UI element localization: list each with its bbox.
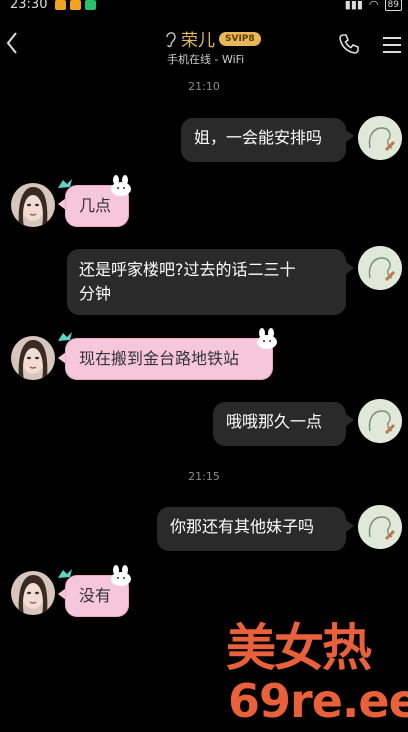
- watermark-domain: 69re.ee: [228, 674, 408, 728]
- message-bubble-incoming[interactable]: 现在搬到金台路地铁站: [65, 338, 273, 380]
- wifi-icon: ◠: [368, 0, 379, 11]
- bubble-tail: [346, 130, 354, 142]
- chat-timestamp: 21:15: [188, 470, 220, 483]
- my-avatar[interactable]: [358, 505, 402, 549]
- bubble-tail: [346, 262, 354, 274]
- message-bubble-outgoing[interactable]: 你那还有其他妹子吗: [157, 507, 346, 551]
- contact-avatar[interactable]: [11, 183, 55, 227]
- vip-badge: SVIP8: [219, 31, 261, 46]
- online-status: 手机在线 - WiFi: [167, 53, 245, 66]
- message-bubble-outgoing[interactable]: 姐，一会能安排吗: [181, 118, 346, 162]
- avatar-sketch-icon: [358, 505, 402, 549]
- notification-app-icon: [55, 0, 66, 10]
- bunny-sticker-icon: [111, 565, 131, 586]
- message-text: 没有: [79, 586, 112, 605]
- menu-icon[interactable]: [380, 34, 404, 56]
- my-avatar[interactable]: [358, 116, 402, 160]
- message-text: 你那还有其他妹子吗: [170, 517, 315, 536]
- bunny-sticker-icon: [111, 175, 131, 196]
- battery-icon: 89: [384, 0, 402, 11]
- contact-avatar[interactable]: [11, 571, 55, 615]
- status-bar: 23:30 ▮▮▮ ◠ 89: [0, 0, 408, 14]
- contact-portrait-icon: [11, 183, 55, 227]
- message-text: 现在搬到金台路地铁站: [79, 349, 240, 368]
- chat-timestamp: 21:10: [188, 80, 220, 93]
- message-bubble-outgoing[interactable]: 哦哦那久一点: [213, 402, 346, 446]
- phone-icon[interactable]: [338, 33, 360, 55]
- chat-header: 荣儿 SVIP8 手机在线 - WiFi: [0, 20, 408, 70]
- contact-name: 荣儿: [181, 31, 215, 51]
- signal-icon: ▮▮▮: [344, 0, 363, 11]
- my-avatar[interactable]: [358, 399, 402, 443]
- candy-sticker-icon: [58, 179, 72, 188]
- avatar-sketch-icon: [358, 116, 402, 160]
- message-text: 哦哦那久一点: [226, 412, 323, 431]
- contact-portrait-icon: [11, 336, 55, 380]
- bubble-tail: [346, 520, 354, 532]
- avatar-sketch-icon: [358, 246, 402, 290]
- back-arrow-icon[interactable]: [4, 30, 20, 56]
- bunny-sticker-icon: [257, 328, 277, 349]
- message-text: 还是呼家楼吧?过去的话二三十: [79, 260, 296, 279]
- notification-app-icon: [70, 0, 81, 10]
- bubble-tail: [346, 414, 354, 426]
- my-avatar[interactable]: [358, 246, 402, 290]
- message-text: 姐，一会能安排吗: [194, 128, 323, 147]
- status-time: 23:30: [10, 0, 48, 12]
- hearing-icon: [166, 31, 176, 47]
- message-text: 几点: [79, 196, 112, 215]
- contact-title[interactable]: 荣儿 SVIP8: [165, 26, 261, 51]
- candy-sticker-icon: [58, 569, 72, 578]
- status-icons: ▮▮▮ ◠ 89: [345, 0, 402, 11]
- contact-portrait-icon: [11, 571, 55, 615]
- message-text: 分钟: [79, 284, 112, 303]
- candy-sticker-icon: [58, 332, 72, 341]
- watermark-title: 美女热: [226, 619, 372, 677]
- message-bubble-outgoing[interactable]: 还是呼家楼吧?过去的话二三十 分钟: [67, 249, 346, 315]
- contact-avatar[interactable]: [11, 336, 55, 380]
- notification-app-icon: [85, 0, 96, 10]
- avatar-sketch-icon: [358, 399, 402, 443]
